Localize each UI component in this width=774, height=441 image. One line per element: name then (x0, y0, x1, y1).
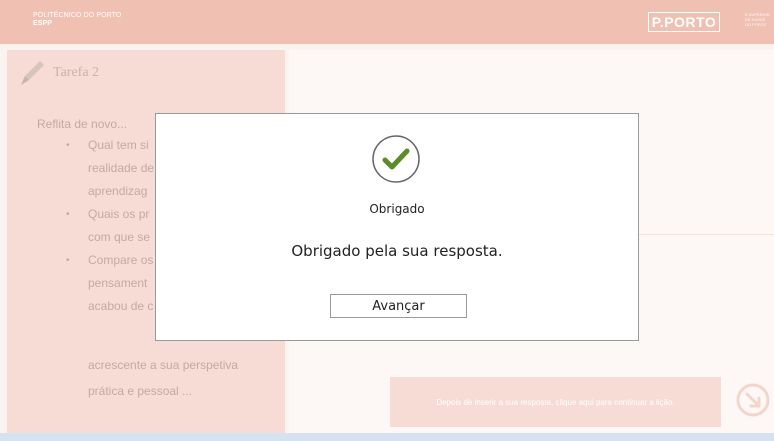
arrow-circle-icon[interactable] (735, 382, 771, 418)
dialog-message: Obrigado pela sua resposta. (291, 242, 503, 260)
question-tail: acrescente a sua perspetiva prática e pe… (88, 352, 288, 404)
task-title: Tarefa 2 (17, 58, 99, 88)
question-tail-line: prática e pessoal ... (88, 384, 193, 398)
institution-title: POLITÉCNICO DO PORTO (33, 12, 122, 19)
logo-side-line: DO PORTO (745, 22, 767, 27)
institution-code: ESPP (33, 20, 53, 27)
task-title-label: Tarefa 2 (53, 65, 100, 80)
continue-lesson-bar[interactable]: Depois de inserir a sua resposta, clique… (390, 377, 721, 427)
pencil-icon (21, 61, 44, 85)
check-circle-icon (372, 135, 420, 183)
dialog-heading: Obrigado (369, 202, 425, 216)
top-header: POLITÉCNICO DO PORTO ESPP P.PORTO E.SUPE… (0, 0, 774, 44)
reflection-prompt: Reflita de novo... (37, 117, 128, 131)
continue-lesson-text: Depois de inserir a sua resposta, clique… (436, 397, 675, 407)
bottom-strip (0, 433, 774, 441)
pporto-logo: P.PORTO (648, 12, 720, 32)
logo-side-text: E.SUPERIOR DE SAÚDE DO PORTO (745, 12, 770, 27)
question-tail-line: acrescente a sua perspetiva (88, 358, 239, 372)
institution-name: POLITÉCNICO DO PORTO ESPP (33, 12, 121, 28)
advance-button[interactable]: Avançar (330, 294, 467, 318)
thank-you-dialog: Obrigado Obrigado pela sua resposta. Ava… (155, 113, 639, 341)
